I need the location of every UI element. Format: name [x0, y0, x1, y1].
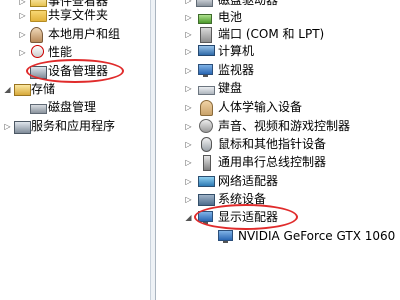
tree-item-label: 本地用户和组 — [48, 27, 121, 41]
storage-icon — [14, 84, 31, 96]
expand-arrow-icon[interactable]: ▷ — [184, 61, 193, 80]
device-category-label: 监视器 — [218, 63, 255, 77]
system-devices-icon — [198, 194, 215, 206]
expand-arrow-icon[interactable]: ▷ — [184, 98, 193, 117]
device-category-label: 鼠标和其他指针设备 — [218, 137, 327, 151]
expand-arrow-icon[interactable]: ▷ — [184, 190, 193, 209]
tree-item-shared-folders[interactable]: ▷ 共享文件夹 — [0, 6, 150, 25]
expand-arrow-icon[interactable]: ▷ — [184, 42, 193, 61]
device-category-label: 网络适配器 — [218, 174, 279, 188]
device-category-label: 计算机 — [218, 44, 255, 58]
tree-item-storage[interactable]: ◢ 存储 — [0, 80, 150, 99]
battery-icon — [198, 14, 212, 24]
network-adapter-icon — [198, 176, 215, 187]
collapse-arrow-icon[interactable]: ◢ — [184, 208, 193, 227]
device-item-label: NVIDIA GeForce GTX 1060 — [238, 229, 396, 243]
hid-icon — [200, 100, 213, 116]
tree-item-label: 存储 — [31, 82, 56, 96]
shared-folders-icon — [30, 10, 47, 22]
tree-item-label: 共享文件夹 — [48, 8, 109, 22]
tree-item-services-apps[interactable]: ▷ 服务和应用程序 — [0, 117, 150, 136]
expand-arrow-icon[interactable]: ▷ — [18, 6, 27, 25]
services-apps-icon — [14, 121, 31, 134]
expand-arrow-icon[interactable]: ▷ — [184, 135, 193, 154]
device-category-label: 声音、视频和游戏控制器 — [218, 119, 351, 133]
expand-arrow-icon[interactable]: ▷ — [184, 79, 193, 98]
device-category-label: 键盘 — [218, 81, 243, 95]
device-category-label: 通用串行总线控制器 — [218, 155, 327, 169]
port-icon — [200, 27, 212, 43]
tree-item-local-users[interactable]: ▷ 本地用户和组 — [0, 25, 150, 44]
local-users-icon — [30, 27, 43, 43]
computer-icon — [198, 45, 215, 56]
device-tree-pane[interactable]: ▷ 磁盘驱动器 ▷ 电池 ▷ 端口 (COM 和 LPT) ▷ 计算机 ▷ 监视… — [156, 0, 400, 300]
performance-icon — [31, 45, 44, 58]
expand-arrow-icon[interactable]: ▷ — [184, 153, 193, 172]
disk-drive-icon — [196, 0, 213, 7]
gpu-icon — [218, 230, 233, 243]
keyboard-icon — [198, 86, 215, 95]
monitor-icon — [198, 64, 213, 77]
expand-arrow-icon[interactable]: ▷ — [3, 117, 12, 136]
mouse-icon — [201, 137, 212, 152]
tree-item-label: 磁盘管理 — [48, 100, 97, 114]
collapse-arrow-icon[interactable]: ◢ — [3, 80, 12, 99]
device-category-label: 人体学输入设备 — [218, 100, 303, 114]
sound-icon — [199, 119, 213, 133]
expand-arrow-icon[interactable]: ▷ — [18, 43, 27, 62]
usb-icon — [203, 155, 211, 171]
disk-management-icon — [30, 104, 47, 114]
console-tree-pane[interactable]: ▷ 事件查看器 ▷ 共享文件夹 ▷ 本地用户和组 ▷ 性能 设备管理器 ◢ 存储… — [0, 0, 150, 300]
expand-arrow-icon[interactable]: ▷ — [184, 117, 193, 136]
expand-arrow-icon[interactable]: ▷ — [184, 172, 193, 191]
expand-arrow-icon[interactable]: ▷ — [18, 25, 27, 44]
tree-item-label: 服务和应用程序 — [31, 119, 116, 133]
tree-item-disk-management[interactable]: 磁盘管理 — [0, 98, 150, 117]
